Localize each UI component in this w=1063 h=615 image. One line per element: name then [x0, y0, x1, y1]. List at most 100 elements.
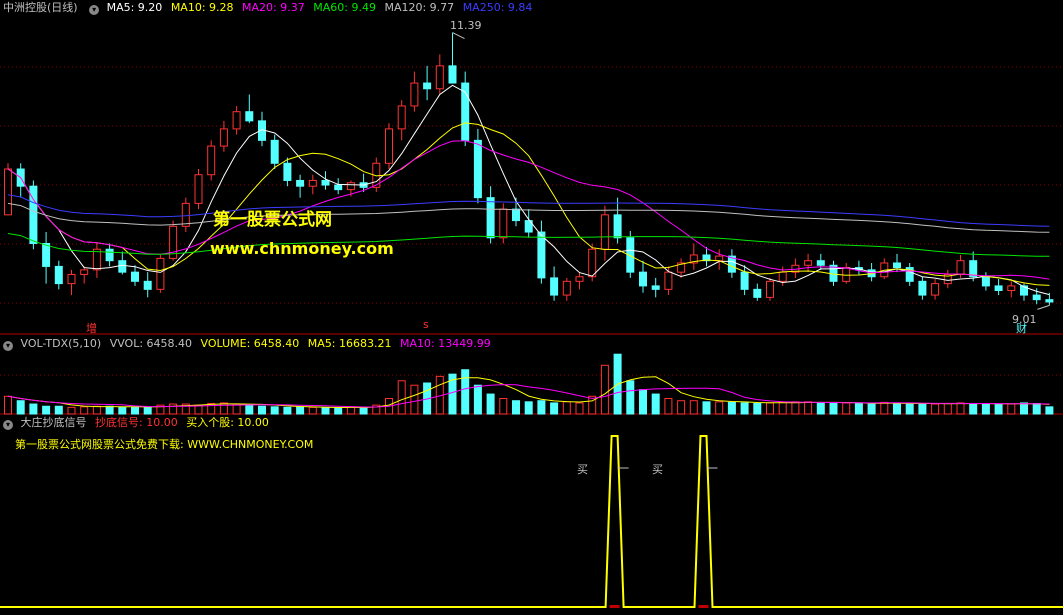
volume-bar-53: [677, 400, 686, 415]
candle-body-45: [575, 276, 584, 282]
candle-body-46: [588, 248, 597, 278]
buy-signal-dot-0: [609, 605, 620, 608]
candle-body-48: [613, 214, 622, 239]
volume-bar-5: [67, 406, 76, 415]
volume-bar-79: [1007, 403, 1016, 415]
volume-bar-60: [766, 402, 774, 415]
volume-bar-42: [537, 400, 546, 415]
candle-body-60: [766, 280, 774, 298]
ma5-label: MA5: 9.20: [106, 1, 163, 14]
event-tag-cai[interactable]: 财: [1016, 320, 1027, 336]
volume-bar-39: [499, 398, 508, 415]
volume-bar-81: [1032, 402, 1041, 415]
volume-bar-73: [931, 403, 940, 415]
candle-body-31: [397, 105, 406, 130]
volume-bar-19: [245, 404, 254, 415]
kline-chart-window[interactable]: 中洲控股(日线) ▾ MA5: 9.20 MA10: 9.28 MA20: 9.…: [0, 0, 1063, 611]
volume-bar-9: [118, 406, 127, 415]
candle-body-78: [994, 285, 1003, 291]
candle-body-37: [473, 139, 482, 199]
volume-bar-49: [626, 380, 635, 415]
volume-bar-62: [791, 401, 800, 415]
volume-bar-6: [80, 406, 89, 415]
candle-body-27: [346, 182, 355, 191]
volume-bar-20: [258, 405, 266, 415]
volume-bar-78: [994, 404, 1003, 415]
event-tag-s[interactable]: s: [423, 318, 429, 331]
candle-body-21: [270, 139, 279, 164]
candle-body-79: [1007, 285, 1016, 291]
volume-bar-77: [981, 403, 990, 415]
candle-body-70: [893, 262, 901, 269]
volume-bar-40: [512, 400, 520, 415]
indicator-settings-icon[interactable]: ▾: [89, 5, 100, 15]
buy-signal-mark-2: 买: [652, 463, 663, 476]
event-tag-zeng[interactable]: 增: [86, 320, 97, 336]
candle-body-22: [283, 162, 292, 181]
stock-title: 中洲控股(日线): [3, 1, 78, 14]
volume-bar-75: [956, 402, 965, 415]
volume-bar-56: [715, 401, 724, 415]
buy-signal-mark-1: 买: [577, 463, 588, 476]
signal-header: ▾ 大庄抄底信号 抄底信号: 10.00 买入个股: 10.00: [0, 415, 274, 431]
candle-body-40: [512, 208, 520, 222]
ma20-label: MA20: 9.37: [242, 1, 305, 14]
candle-body-24: [308, 179, 317, 187]
candle-body-26: [334, 184, 343, 191]
volume-bar-57: [727, 401, 736, 415]
candle-body-44: [562, 280, 571, 296]
candle-body-51: [651, 285, 660, 290]
candle-body-43: [550, 277, 559, 296]
candle-body-82: [1045, 299, 1054, 303]
ma250-label: MA250: 9.84: [462, 1, 533, 14]
buy-value-label: 买入个股: 10.00: [186, 416, 269, 429]
volume-bar-82: [1045, 406, 1054, 415]
signal-settings-icon[interactable]: ▾: [3, 420, 13, 430]
volume-bar-80: [1020, 402, 1028, 415]
volume-bar-0: [4, 395, 12, 415]
volume-bar-2: [29, 403, 38, 415]
low-pointer: [1037, 304, 1050, 310]
volume-label: VOLUME: 6458.40: [200, 337, 300, 350]
volume-bar-72: [918, 403, 927, 415]
volume-bar-44: [562, 401, 571, 415]
volume-bar-38: [486, 393, 495, 415]
candle-body-66: [842, 267, 851, 282]
bottom-signal-line: [0, 435, 1063, 608]
candle-body-19: [245, 111, 254, 122]
volume-bar-41: [524, 401, 533, 415]
candle-body-15: [194, 174, 203, 204]
volume-bar-74: [943, 402, 952, 415]
vol-ma5-label: MA5: 16683.21: [307, 337, 392, 350]
ma60-label: MA60: 9.49: [313, 1, 376, 14]
candle-body-52: [664, 271, 673, 290]
candle-body-33: [423, 82, 432, 90]
volume-bar-55: [702, 401, 711, 415]
candle-body-38: [486, 197, 495, 239]
volume-bar-17: [219, 402, 228, 415]
candle-body-5: [67, 273, 76, 285]
high-pointer: [452, 32, 465, 40]
candle-body-8: [105, 248, 114, 262]
volume-bar-68: [867, 403, 876, 415]
chart-canvas[interactable]: [0, 0, 1063, 611]
volume-bar-67: [854, 402, 863, 415]
candle-body-3: [42, 243, 51, 267]
candle-body-56: [715, 255, 724, 262]
buy-signal-dot-1: [698, 605, 709, 608]
volume-settings-icon[interactable]: ▾: [3, 341, 13, 351]
candle-body-12: [156, 257, 165, 290]
vol-ma10-label: MA10: 13449.99: [400, 337, 491, 350]
candle-body-11: [143, 280, 152, 290]
candle-body-14: [181, 202, 190, 227]
candle-body-50: [639, 271, 647, 287]
candle-body-10: [131, 271, 139, 282]
candle-body-58: [740, 271, 749, 290]
volume-bar-45: [575, 402, 584, 415]
candle-body-9: [118, 260, 127, 273]
volume-bar-10: [131, 406, 139, 415]
candle-body-59: [753, 288, 762, 298]
volume-bar-43: [550, 402, 559, 415]
candle-body-6: [80, 269, 89, 275]
candle-body-63: [804, 260, 813, 266]
